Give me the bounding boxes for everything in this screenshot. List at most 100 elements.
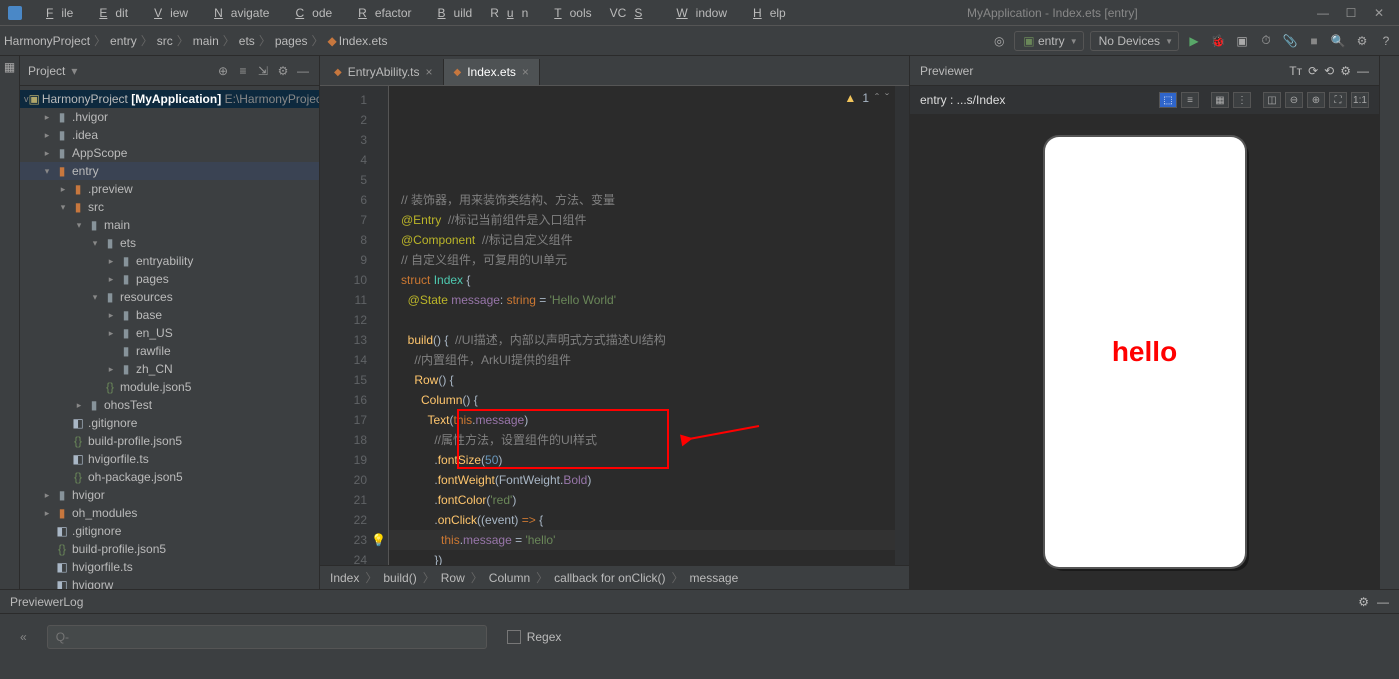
- gear-icon[interactable]: ⚙: [1358, 595, 1369, 609]
- chevron-down-icon[interactable]: ▾: [71, 64, 77, 78]
- profile-icon[interactable]: ⏱: [1257, 32, 1275, 50]
- menu-navigate[interactable]: Navigate: [198, 2, 277, 24]
- tree-item[interactable]: ▸▮base: [20, 306, 319, 324]
- tree-item[interactable]: ▸▮pages: [20, 270, 319, 288]
- tree-item[interactable]: {}oh-package.json5: [20, 468, 319, 486]
- tree-item[interactable]: ▸▮.preview: [20, 180, 319, 198]
- fit-icon[interactable]: ⛶: [1329, 92, 1347, 108]
- tree-item[interactable]: {}build-profile.json5: [20, 432, 319, 450]
- breadcrumb-item[interactable]: HarmonyProject: [4, 34, 90, 48]
- editor-tab[interactable]: ◆Index.ets×: [444, 59, 540, 85]
- menu-window[interactable]: Window: [660, 2, 735, 24]
- tree-item[interactable]: ▾▮ets: [20, 234, 319, 252]
- tree-item[interactable]: ▸▮zh_CN: [20, 360, 319, 378]
- layers-icon[interactable]: ≡: [1181, 92, 1199, 108]
- tree-item[interactable]: ▸▮entryability: [20, 252, 319, 270]
- stop-icon[interactable]: ■: [1305, 32, 1323, 50]
- structure-crumb[interactable]: build(): [383, 571, 416, 585]
- tree-item[interactable]: ▸▮hvigor: [20, 486, 319, 504]
- minimize-icon[interactable]: —: [1357, 64, 1369, 78]
- tree-item[interactable]: ▸▮.idea: [20, 126, 319, 144]
- one-to-one-icon[interactable]: 1:1: [1351, 92, 1369, 108]
- tree-item[interactable]: ▸▮ohosTest: [20, 396, 319, 414]
- tree-item[interactable]: ▾▮resources: [20, 288, 319, 306]
- log-filter-input[interactable]: [47, 625, 487, 649]
- hide-icon[interactable]: —: [295, 64, 311, 78]
- gear-icon[interactable]: ⚙: [275, 64, 291, 78]
- chevron-down-icon[interactable]: ˇ: [885, 88, 889, 108]
- tree-item[interactable]: ◧hvigorfile.ts: [20, 450, 319, 468]
- search-icon[interactable]: 🔍: [1329, 32, 1347, 50]
- menu-view[interactable]: View: [138, 2, 196, 24]
- structure-crumb[interactable]: callback for onClick(): [554, 571, 665, 585]
- collapse-icon[interactable]: ≡: [235, 64, 251, 78]
- zoom-in-icon[interactable]: ⊕: [1307, 92, 1325, 108]
- structure-crumb[interactable]: Row: [441, 571, 465, 585]
- menu-code[interactable]: Code: [279, 2, 340, 24]
- structure-crumb[interactable]: Column: [489, 571, 530, 585]
- preview-canvas[interactable]: hello: [910, 114, 1379, 589]
- tree-root[interactable]: v▣ HarmonyProject [MyApplication] E:\Har…: [20, 90, 319, 108]
- close-button[interactable]: ✕: [1367, 6, 1391, 20]
- bottom-panel-title[interactable]: PreviewerLog: [10, 595, 1358, 609]
- tree-item[interactable]: ▾▮entry: [20, 162, 319, 180]
- breadcrumb-item[interactable]: src: [157, 34, 173, 48]
- coverage-icon[interactable]: ▣: [1233, 32, 1251, 50]
- breadcrumb-item[interactable]: entry: [110, 34, 137, 48]
- intention-bulb-icon[interactable]: 💡: [371, 530, 386, 550]
- grid-icon[interactable]: ▦: [1211, 92, 1229, 108]
- structure-crumb[interactable]: message: [690, 571, 739, 585]
- target-icon[interactable]: ⊕: [215, 64, 231, 78]
- maximize-button[interactable]: ☐: [1339, 6, 1363, 20]
- menu-tools[interactable]: Tools: [538, 2, 599, 24]
- menu-edit[interactable]: Edit: [83, 2, 136, 24]
- sync-icon[interactable]: ◎: [990, 32, 1008, 50]
- project-pane-title[interactable]: Project: [28, 64, 65, 78]
- tree-item[interactable]: ▮rawfile: [20, 342, 319, 360]
- menu-file[interactable]: File: [30, 2, 81, 24]
- run-config-module[interactable]: ▣ entry: [1014, 31, 1083, 51]
- crop-icon[interactable]: ◫: [1263, 92, 1281, 108]
- breadcrumb-item[interactable]: ets: [239, 34, 255, 48]
- minimize-button[interactable]: —: [1311, 6, 1335, 20]
- tree-item[interactable]: ▸▮en_US: [20, 324, 319, 342]
- zoom-out-icon[interactable]: ⊖: [1285, 92, 1303, 108]
- device-selector[interactable]: No Devices: [1090, 31, 1179, 51]
- collapse-icon[interactable]: «: [20, 630, 27, 644]
- debug-icon[interactable]: 🐞: [1209, 32, 1227, 50]
- tree-item[interactable]: ▾▮src: [20, 198, 319, 216]
- chevron-up-icon[interactable]: ˆ: [875, 88, 879, 108]
- project-tool-icon[interactable]: ▦: [4, 60, 15, 74]
- tree-item[interactable]: ▸▮AppScope: [20, 144, 319, 162]
- refresh-icon[interactable]: ⟳: [1308, 64, 1318, 78]
- tree-item[interactable]: ▾▮main: [20, 216, 319, 234]
- tree-item[interactable]: {}build-profile.json5: [20, 540, 319, 558]
- menu-vcs[interactable]: VCS: [602, 2, 659, 24]
- menu-run[interactable]: Run: [482, 2, 536, 24]
- attach-icon[interactable]: 📎: [1281, 32, 1299, 50]
- menu-build[interactable]: Build: [422, 2, 481, 24]
- tree-item[interactable]: ◧.gitignore: [20, 414, 319, 432]
- run-icon[interactable]: ▶: [1185, 32, 1203, 50]
- project-tree[interactable]: v▣ HarmonyProject [MyApplication] E:\Har…: [20, 86, 319, 589]
- tree-item[interactable]: ▸▮oh_modules: [20, 504, 319, 522]
- regex-checkbox[interactable]: Regex: [507, 630, 562, 644]
- hide-icon[interactable]: —: [1377, 595, 1389, 609]
- structure-crumb[interactable]: Index: [330, 571, 359, 585]
- tree-item[interactable]: ◧.gitignore: [20, 522, 319, 540]
- rotate-icon[interactable]: ⟲: [1324, 64, 1334, 78]
- help-icon[interactable]: ?: [1377, 32, 1395, 50]
- menu-help[interactable]: Help: [737, 2, 794, 24]
- tree-item[interactable]: ◧hvigorw: [20, 576, 319, 589]
- settings-icon[interactable]: ⚙: [1353, 32, 1371, 50]
- tree-item[interactable]: {}module.json5: [20, 378, 319, 396]
- gear-icon[interactable]: ⚙: [1340, 64, 1351, 78]
- breadcrumb-item[interactable]: pages: [275, 34, 308, 48]
- editor-tab[interactable]: ◆EntryAbility.ts×: [324, 59, 444, 85]
- more-icon[interactable]: ⋮: [1233, 92, 1251, 108]
- inspection-bar[interactable]: ▲ 1 ˆ ˇ: [844, 88, 889, 108]
- inspector-icon[interactable]: ⬚: [1159, 92, 1177, 108]
- menu-refactor[interactable]: Refactor: [342, 2, 419, 24]
- breadcrumb-item[interactable]: main: [193, 34, 219, 48]
- tree-item[interactable]: ◧hvigorfile.ts: [20, 558, 319, 576]
